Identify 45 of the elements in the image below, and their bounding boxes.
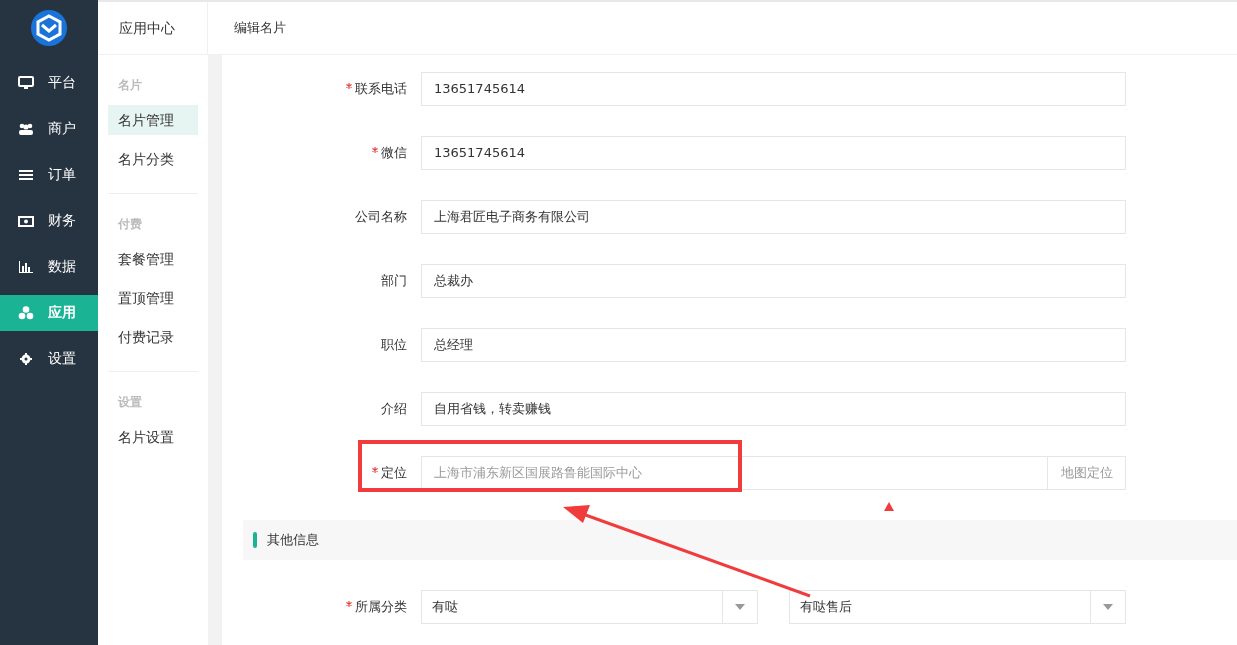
field-label: 公司名称: [355, 208, 407, 226]
logo-icon: [31, 9, 67, 46]
section-title: 其他信息: [267, 531, 319, 549]
category-select[interactable]: 有哒售后: [789, 590, 1126, 624]
field-label: 所属分类: [355, 598, 407, 616]
users-icon: [18, 121, 34, 137]
nav-item[interactable]: 数据: [0, 249, 98, 285]
text-field[interactable]: 13651745614: [421, 136, 1126, 170]
field-label: 介绍: [381, 400, 407, 418]
nav-item[interactable]: 商户: [0, 111, 98, 147]
field-label: 联系电话: [355, 80, 407, 98]
nav-item[interactable]: 财务: [0, 203, 98, 239]
nav-item[interactable]: 设置: [0, 341, 98, 377]
caret-icon: [735, 604, 745, 610]
text-field[interactable]: 总裁办: [421, 264, 1126, 298]
triangle-icon: [884, 502, 894, 511]
list-icon: [18, 167, 34, 183]
subnav-item[interactable]: 套餐管理: [108, 244, 198, 274]
page-title: 编辑名片: [233, 19, 286, 37]
gear-icon: [18, 351, 34, 367]
category-select[interactable]: 有哒: [421, 590, 758, 624]
subnav-title: 应用中心: [98, 2, 208, 54]
subnav-item[interactable]: 置顶管理: [108, 283, 198, 313]
caret-icon: [1103, 604, 1113, 610]
subnav-item[interactable]: 付费记录: [108, 322, 198, 352]
banknote-icon: [18, 213, 34, 229]
field-label: 职位: [381, 336, 407, 354]
group-heading: 付费: [116, 216, 143, 233]
subnav-item[interactable]: 名片设置: [108, 422, 198, 452]
text-field[interactable]: 自用省钱，转卖赚钱: [421, 392, 1126, 426]
cubes-icon: [18, 305, 34, 321]
bar-chart-icon: [18, 259, 34, 275]
group-heading: 名片: [117, 77, 143, 94]
nav-item[interactable]: 平台: [0, 65, 98, 101]
field-label: 部门: [381, 272, 407, 290]
nav-item[interactable]: 订单: [0, 157, 98, 193]
group-heading: 设置: [116, 394, 143, 411]
subnav-item[interactable]: 名片管理: [108, 105, 198, 135]
field-label: 微信: [381, 144, 407, 162]
text-field[interactable]: 13651745614: [421, 72, 1126, 106]
text-field[interactable]: 总经理: [421, 328, 1126, 362]
subnav-item[interactable]: 名片分类: [108, 144, 198, 174]
field-label: 定位: [381, 464, 407, 482]
text-field[interactable]: 上海君匠电子商务有限公司: [421, 200, 1126, 234]
monitor-icon: [18, 75, 34, 91]
